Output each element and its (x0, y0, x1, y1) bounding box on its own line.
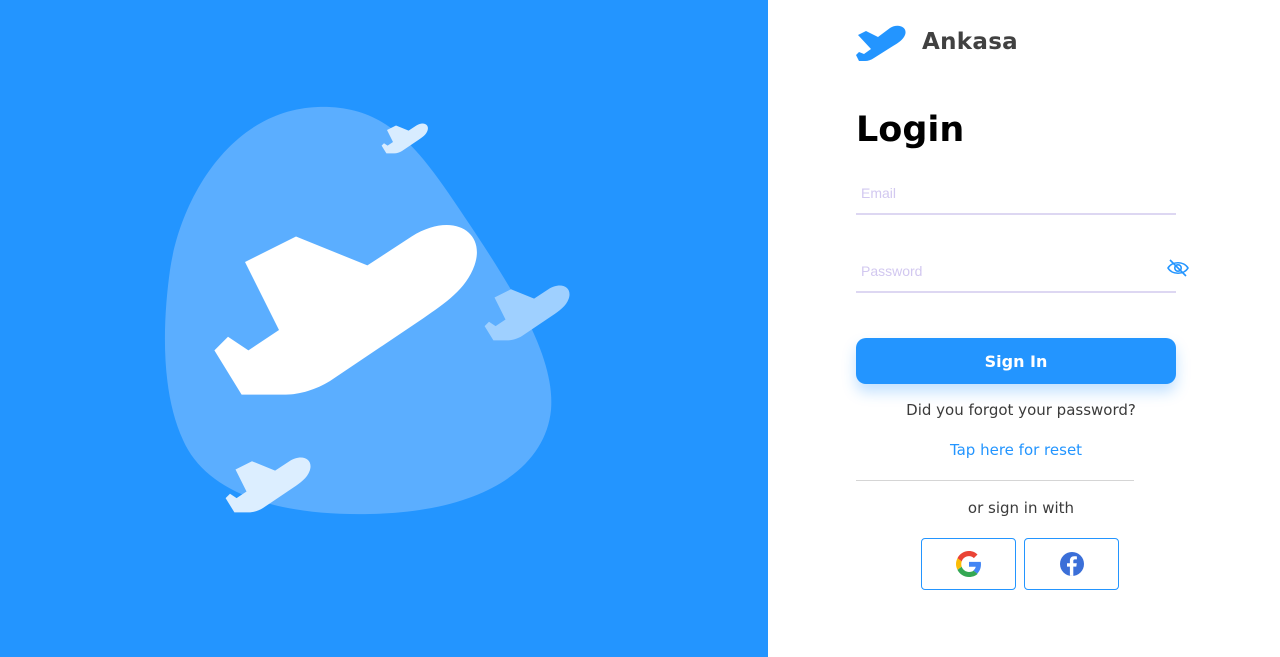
brand-name: Ankasa (922, 29, 1019, 55)
email-field-wrapper (856, 175, 1176, 215)
google-icon (955, 551, 981, 577)
facebook-icon (1059, 552, 1084, 576)
email-field[interactable] (856, 175, 1151, 211)
login-panel: Ankasa Login Sign In Did you forgot your… (768, 0, 1280, 657)
page-title: Login (856, 110, 965, 150)
facebook-signin-button[interactable] (1024, 538, 1119, 590)
signin-button[interactable]: Sign In (856, 338, 1176, 384)
forgot-password-text: Did you forgot your password? (906, 401, 1136, 419)
google-signin-button[interactable] (921, 538, 1016, 590)
plane-logo-icon (856, 25, 906, 61)
divider (856, 480, 1134, 481)
eye-off-icon[interactable] (1166, 258, 1190, 278)
illustration-panel (0, 0, 768, 657)
brand: Ankasa (856, 22, 1018, 62)
password-field[interactable] (856, 253, 1151, 289)
password-field-wrapper (856, 253, 1189, 293)
reset-password-link[interactable]: Tap here for reset (856, 441, 1176, 459)
social-signin-text: or sign in with (967, 499, 1075, 517)
travel-illustration (164, 106, 570, 515)
